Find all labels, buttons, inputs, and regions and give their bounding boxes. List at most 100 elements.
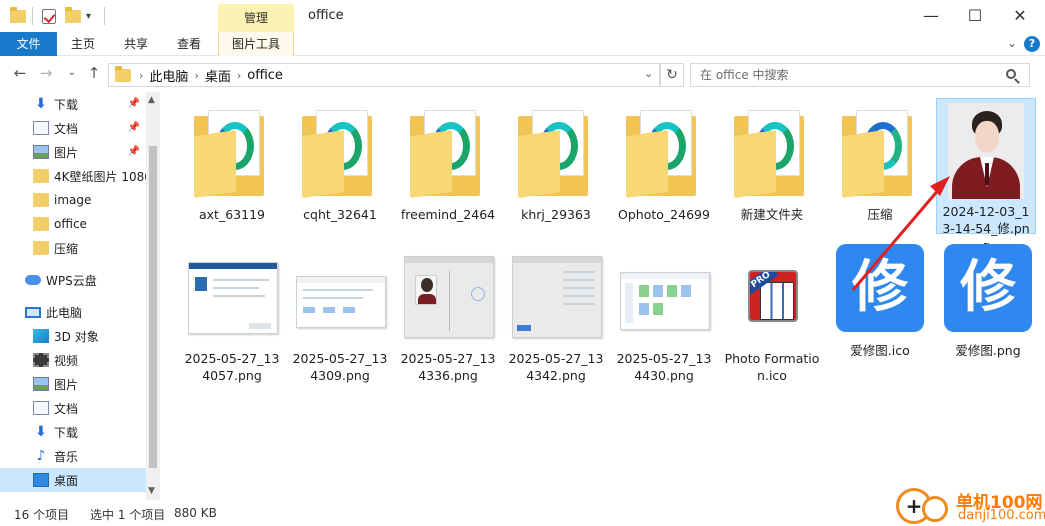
computer-icon — [25, 306, 41, 318]
sidebar-item-label: 视频 — [54, 353, 79, 368]
sidebar-item-music[interactable]: ♪ 音乐 — [0, 444, 146, 468]
help-icon[interactable]: ? — [1024, 36, 1040, 52]
picture-icon — [33, 145, 49, 159]
sidebar-item-label: office — [54, 217, 87, 231]
folder-icon — [33, 169, 49, 183]
sidebar-item-documents-pc[interactable]: 文档 — [0, 396, 146, 420]
folder-icon — [33, 193, 49, 207]
file-name: khrj_29363 — [521, 207, 591, 222]
properties-icon[interactable] — [42, 6, 56, 26]
sidebar-item-label: 桌面 — [54, 473, 79, 488]
file-item[interactable]: Ophoto_24699 — [614, 100, 714, 223]
file-item[interactable]: 2025-05-27_134057.png — [182, 244, 282, 384]
sidebar-item-downloads-pc[interactable]: ⬇ 下载 — [0, 420, 146, 444]
sidebar-scrollbar[interactable]: ▲ ▼ — [146, 92, 160, 500]
scroll-up-icon[interactable]: ▲ — [148, 95, 155, 105]
sidebar-item-documents[interactable]: 文档 📌 — [0, 116, 146, 140]
folder-icon — [115, 65, 131, 82]
file-item[interactable]: 修 爱修图.png — [938, 236, 1038, 359]
file-item[interactable]: 2025-05-27_134309.png — [290, 244, 390, 384]
address-bar[interactable]: › 此电脑 › 桌面 › office — [108, 63, 660, 87]
search-input[interactable]: 在 office 中搜索 — [690, 63, 1030, 87]
sidebar-item-wps-cloud[interactable]: WPS云盘 — [0, 268, 146, 292]
close-button[interactable]: ✕ — [1000, 4, 1040, 28]
refresh-button[interactable]: ↻ — [660, 63, 684, 87]
picture-icon — [33, 377, 49, 391]
file-item[interactable]: freemind_2464 — [398, 100, 498, 223]
sidebar-item-office[interactable]: office — [0, 212, 146, 236]
file-name: 2025-05-27_134336.png — [400, 351, 496, 383]
cloud-icon — [25, 275, 41, 285]
address-row: ← → ⌄ ↑ › 此电脑 › 桌面 › office ⌄ ↻ 在 office… — [0, 57, 1045, 91]
music-icon: ♪ — [36, 448, 46, 464]
breadcrumb-separator-icon: › — [236, 68, 242, 82]
sidebar-item-pictures-pc[interactable]: 图片 — [0, 372, 146, 396]
file-item[interactable]: 新建文件夹 — [722, 100, 822, 223]
file-item[interactable]: 2025-05-27_134430.png — [614, 244, 714, 384]
document-icon — [33, 121, 49, 135]
download-icon: ⬇ — [35, 96, 47, 112]
forward-button[interactable]: → — [36, 64, 56, 82]
aixiutu-icon: 修 — [834, 242, 926, 338]
folder-icon — [33, 241, 49, 255]
tab-view[interactable]: 查看 — [166, 32, 212, 56]
sidebar-item-compressed[interactable]: 压缩 — [0, 236, 146, 260]
file-item[interactable]: cqht_32641 — [290, 100, 390, 223]
recent-locations-icon[interactable]: ⌄ — [62, 67, 82, 78]
folder-icon — [402, 106, 494, 202]
image-thumbnail — [186, 250, 278, 346]
tab-home[interactable]: 主页 — [60, 32, 106, 56]
file-item[interactable]: 2025-05-27_134336.png — [398, 244, 498, 384]
sidebar-item-label: 4K壁纸图片 1080 — [54, 169, 152, 184]
breadcrumb-office[interactable]: office — [247, 68, 283, 83]
sidebar-item-image[interactable]: image — [0, 188, 146, 212]
file-item[interactable]: PRO Photo Formation.ico — [722, 244, 822, 384]
back-button[interactable]: ← — [10, 64, 30, 82]
aixiutu-icon: 修 — [942, 242, 1034, 338]
sidebar-item-videos[interactable]: 视频 — [0, 348, 146, 372]
folder-icon — [834, 106, 926, 202]
minimize-button[interactable]: — — [911, 4, 951, 28]
file-item[interactable]: axt_63119 — [182, 100, 282, 223]
file-item[interactable]: khrj_29363 — [506, 100, 606, 223]
scroll-down-icon[interactable]: ▼ — [148, 486, 155, 496]
sidebar-item-4k-wallpapers[interactable]: 4K壁纸图片 1080 — [0, 164, 152, 188]
sidebar-item-pictures[interactable]: 图片 📌 — [0, 140, 146, 164]
folder-icon — [294, 106, 386, 202]
quick-access-folder-icon[interactable] — [10, 6, 26, 26]
watermark-url: danji100.com — [958, 508, 1045, 523]
file-item[interactable]: 修 爱修图.ico — [830, 236, 930, 359]
file-item[interactable]: 压缩 — [830, 100, 930, 223]
image-thumbnail — [510, 250, 602, 346]
manage-context-tab[interactable]: 管理 — [218, 4, 294, 32]
folder-icon — [33, 217, 49, 231]
breadcrumb-desktop[interactable]: 桌面 — [205, 66, 231, 85]
tab-picture-tools[interactable]: 图片工具 — [218, 32, 294, 56]
tab-file[interactable]: 文件 — [0, 32, 57, 56]
sidebar-item-this-pc[interactable]: 此电脑 — [0, 300, 146, 324]
file-name: 2025-05-27_134309.png — [292, 351, 388, 383]
maximize-button[interactable]: ☐ — [955, 4, 995, 28]
up-button[interactable]: ↑ — [84, 64, 104, 82]
scroll-thumb[interactable] — [149, 146, 157, 468]
sidebar-item-downloads[interactable]: ⬇ 下载 📌 — [0, 92, 146, 116]
sidebar-item-desktop[interactable]: 桌面 — [0, 468, 146, 492]
file-name: freemind_2464 — [400, 207, 496, 222]
breadcrumb-this-pc[interactable]: 此电脑 — [149, 66, 188, 85]
file-item-selected[interactable]: 2024-12-03_13-14-54_修.png — [936, 98, 1036, 253]
tab-share[interactable]: 共享 — [113, 32, 159, 56]
watermark-logo-icon — [922, 496, 948, 522]
customize-quick-access-icon[interactable]: ▾ — [86, 6, 91, 26]
collapse-ribbon-icon[interactable]: ⌄ — [1007, 36, 1017, 50]
sidebar-item-label: 压缩 — [54, 241, 79, 256]
file-item[interactable]: 2025-05-27_134342.png — [506, 244, 606, 384]
file-name: 新建文件夹 — [740, 207, 804, 222]
pin-icon: 📌 — [127, 122, 140, 133]
sidebar-item-3d-objects[interactable]: 3D 对象 — [0, 324, 146, 348]
sidebar-item-label: 文档 — [54, 401, 79, 416]
address-dropdown-icon[interactable]: ⌄ — [644, 67, 653, 80]
selection-size: 880 KB — [174, 506, 217, 520]
ribbon-tabs: 文件 主页 共享 查看 图片工具 ⌄ ? — [0, 32, 1045, 56]
file-view: axt_63119 cqht_32641 freemind_2464 khrj_… — [166, 92, 1045, 500]
new-folder-icon[interactable] — [65, 6, 81, 26]
